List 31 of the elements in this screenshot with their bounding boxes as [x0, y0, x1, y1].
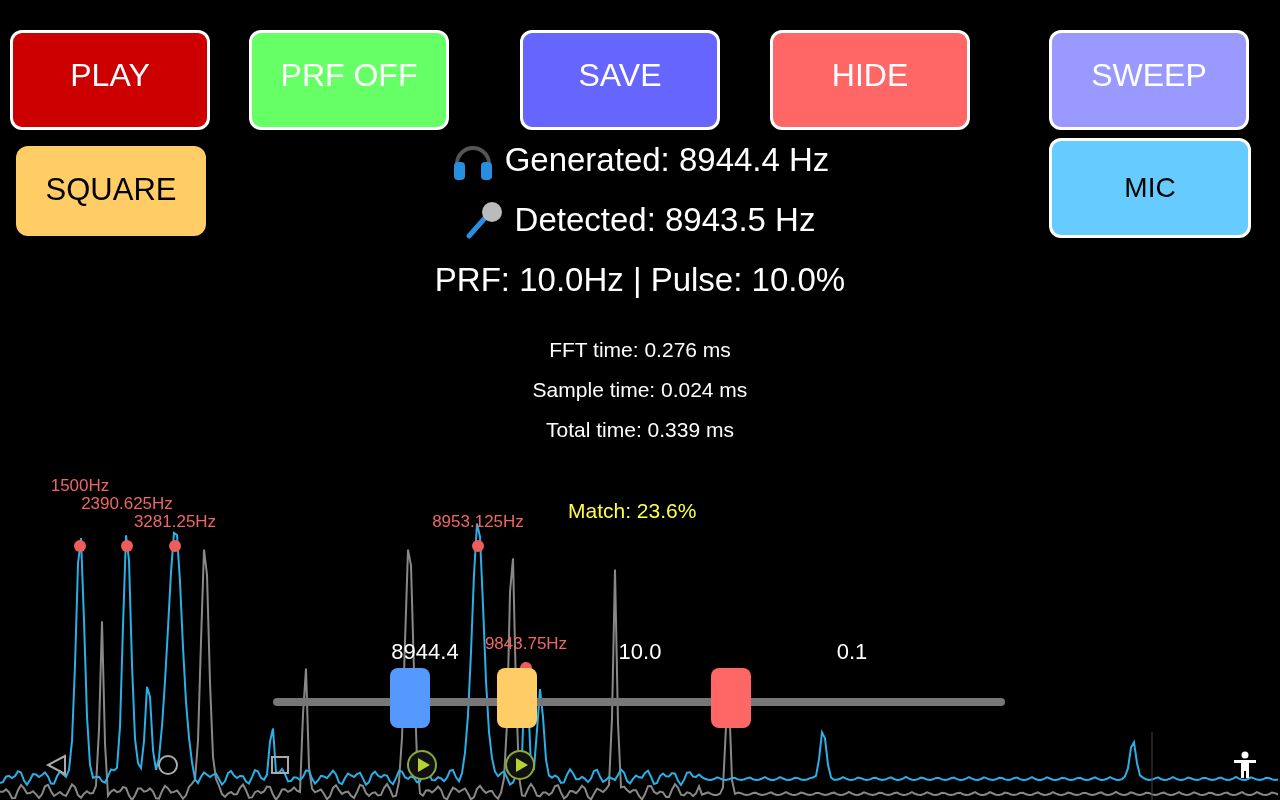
slider-value: 8944.4: [391, 638, 459, 666]
back-icon[interactable]: [45, 754, 67, 776]
slider-thumb[interactable]: [710, 668, 751, 728]
prf-readout: PRF: 10.0Hz | Pulse: 10.0%: [434, 260, 846, 301]
home-icon[interactable]: [157, 754, 179, 776]
generated-frequency: Generated: 8944.4 Hz: [504, 140, 830, 181]
detected-frequency: Detected: 8943.5 Hz: [514, 200, 816, 241]
peak-marker: [472, 540, 484, 552]
slider-value: 0.1: [836, 638, 868, 666]
play-icon[interactable]: [406, 749, 438, 781]
action-button[interactable]: SQUARE: [16, 146, 206, 236]
timing-text: Total time: 0.339 ms: [546, 418, 734, 441]
action-button[interactable]: PLAY: [10, 30, 210, 130]
peak-marker: [121, 540, 133, 552]
timing-text: FFT time: 0.276 ms: [549, 338, 731, 361]
microphone-icon: [464, 200, 505, 240]
action-button[interactable]: HIDE: [770, 30, 970, 130]
square-icon[interactable]: [270, 755, 290, 775]
slider-value: 10.0: [618, 638, 662, 666]
slider-thumb[interactable]: [496, 668, 537, 728]
action-button[interactable]: MIC: [1049, 138, 1251, 238]
timing-text: Sample time: 0.024 ms: [532, 378, 748, 401]
match-readout: Match: 23.6%: [568, 498, 697, 524]
peak-marker: [74, 540, 86, 552]
accessibility-icon[interactable]: [1233, 751, 1257, 779]
slider-thumb[interactable]: [389, 668, 430, 728]
action-button[interactable]: SAVE: [520, 30, 720, 130]
play-icon[interactable]: [504, 749, 536, 781]
action-button[interactable]: SWEEP: [1049, 30, 1249, 130]
peak-label: 8953.125Hz: [432, 511, 524, 533]
peak-marker: [169, 540, 181, 552]
